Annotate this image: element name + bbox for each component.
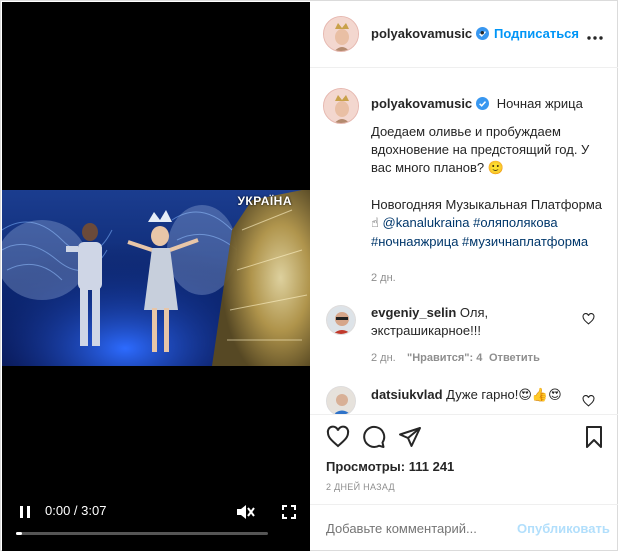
publish-button[interactable]: Опубликовать	[517, 521, 610, 536]
reply-button[interactable]: Ответить	[489, 352, 540, 364]
post-dialog: УКРАЇНА 0:00 / 3:07 polyakovamusic • Под…	[0, 0, 618, 551]
caption-age: 2 дн.	[371, 272, 396, 284]
caption-username[interactable]: polyakovamusic	[371, 96, 472, 111]
volume-muted-icon[interactable]	[234, 501, 256, 523]
comment-avatar[interactable]	[326, 386, 356, 414]
header-username[interactable]: polyakovamusic	[371, 26, 490, 43]
caption-body: Доедаем оливье и пробуждаем вдохновение …	[371, 123, 603, 251]
comment-text: Дуже гарно!	[446, 387, 519, 402]
post-date: 2 дней назад	[326, 482, 395, 492]
progress-fill	[16, 532, 22, 535]
video-frame[interactable]: УКРАЇНА	[2, 190, 310, 366]
views-count[interactable]: Просмотры: 111 241	[326, 459, 454, 474]
comment-body: datsiukvlad Дуже гарно!😍👍😍	[371, 386, 581, 405]
header-separator: •	[480, 25, 485, 40]
caption-header: polyakovamusic Ночная жрица	[371, 96, 583, 113]
smile-emoji: 🙂	[487, 161, 504, 176]
caption-avatar[interactable]	[323, 88, 359, 124]
views-label: Просмотры:	[326, 459, 406, 474]
share-plane-icon[interactable]	[398, 425, 422, 449]
comments-area[interactable]: polyakovamusic Ночная жрица Доедаем олив…	[310, 69, 618, 414]
comment-input[interactable]	[326, 521, 506, 536]
video-time: 0:00 / 3:07	[45, 503, 107, 518]
more-options-icon[interactable]	[586, 28, 604, 44]
fullscreen-icon[interactable]	[278, 501, 300, 523]
comment-like-icon[interactable]	[582, 394, 595, 410]
comment-like-icon[interactable]	[582, 312, 595, 328]
header-username-text[interactable]: polyakovamusic	[371, 26, 472, 41]
comment-emojis: 😍👍😍	[518, 388, 562, 403]
caption-line1: Доедаем оливье и пробуждаем вдохновение …	[371, 124, 590, 175]
caption-title: Ночная жрица	[496, 96, 583, 111]
video-still	[2, 190, 310, 366]
post-sidebar: polyakovamusic • Подписаться polyakovamu…	[310, 2, 618, 551]
mention-link[interactable]: @kanalukraina	[383, 215, 470, 230]
channel-logo: УКРАЇНА	[237, 194, 292, 208]
pointing-emoji: ☝	[371, 216, 379, 231]
bookmark-icon[interactable]	[582, 425, 606, 449]
comment-body: evgeniy_selin Оля, экстрашикарное!!!	[371, 304, 571, 340]
comment-composer: Опубликовать	[310, 504, 618, 551]
comment-age: 2 дн.	[371, 352, 396, 364]
comment-username[interactable]: datsiukvlad	[371, 387, 443, 402]
views-value: 111 241	[408, 459, 455, 474]
post-header: polyakovamusic • Подписаться	[310, 2, 618, 68]
follow-button[interactable]: Подписаться	[494, 26, 579, 41]
progress-bar[interactable]	[16, 532, 268, 535]
video-controls: 0:00 / 3:07	[2, 498, 310, 548]
comment-avatar[interactable]	[326, 305, 356, 335]
pause-icon[interactable]	[14, 501, 36, 523]
avatar[interactable]	[323, 16, 359, 52]
comment-likes[interactable]: "Нравится": 4	[407, 352, 482, 364]
action-bar: Просмотры: 111 241 2 дней назад	[310, 414, 618, 504]
caption-line2: Новогодняя Музыкальная Платформа	[371, 197, 603, 212]
like-heart-icon[interactable]	[326, 425, 350, 449]
comment-username[interactable]: evgeniy_selin	[371, 305, 456, 320]
comment-bubble-icon[interactable]	[362, 425, 386, 449]
verified-badge-icon	[476, 97, 490, 113]
video-player[interactable]: УКРАЇНА 0:00 / 3:07	[2, 2, 310, 551]
